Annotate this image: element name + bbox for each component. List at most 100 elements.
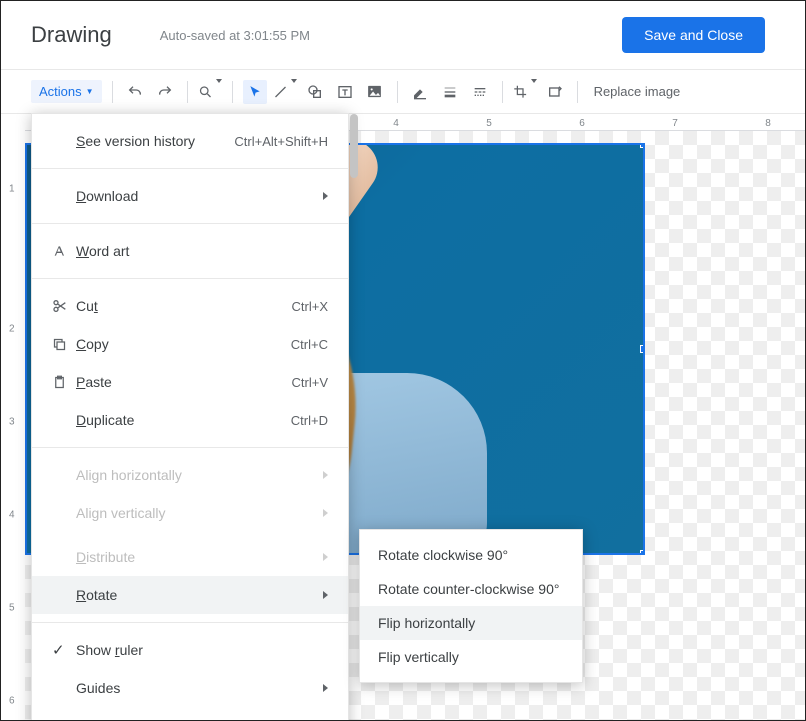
- submenu-item-rotate-cw[interactable]: Rotate clockwise 90°: [360, 538, 582, 572]
- rotate-submenu: Rotate clockwise 90° Rotate counter-cloc…: [359, 529, 583, 683]
- select-tool-button[interactable]: [243, 80, 267, 104]
- menu-label: Paste: [76, 374, 292, 390]
- menu-item-align-vertically: Align vertically: [32, 494, 348, 532]
- scissors-icon: [52, 296, 76, 316]
- menu-label: Align horizontally: [76, 467, 323, 483]
- dropdown-triangle-icon: ▼: [86, 87, 94, 96]
- blank-icon: [52, 465, 76, 485]
- ruler-mark: 1: [9, 184, 15, 195]
- submenu-arrow-icon: [323, 591, 328, 599]
- ruler-mark: 3: [9, 417, 15, 428]
- menu-divider: [32, 447, 348, 448]
- menu-divider: [32, 168, 348, 169]
- crop-button[interactable]: [513, 80, 537, 104]
- ruler-mark: 5: [486, 118, 492, 129]
- menu-item-distribute: Distribute: [32, 538, 348, 576]
- ruler-mark: 4: [9, 510, 15, 521]
- submenu-item-flip-horizontally[interactable]: Flip horizontally: [360, 606, 582, 640]
- drawing-editor-window: Drawing Auto-saved at 3:01:55 PM Save an…: [0, 0, 806, 721]
- blank-icon: [52, 503, 76, 523]
- actions-label: Actions: [39, 84, 82, 99]
- menu-divider: [32, 278, 348, 279]
- ruler-mark: 4: [393, 118, 399, 129]
- menu-item-download[interactable]: Download: [32, 177, 348, 215]
- shortcut: Ctrl+Alt+Shift+H: [234, 134, 328, 149]
- separator: [397, 81, 398, 103]
- chevron-down-icon: [528, 83, 537, 101]
- menu-item-word-art[interactable]: Word art: [32, 232, 348, 270]
- menu-divider: [32, 223, 348, 224]
- menu-item-paste[interactable]: Paste Ctrl+V: [32, 363, 348, 401]
- menu-item-version-history[interactable]: See version history Ctrl+Alt+Shift+H: [32, 122, 348, 160]
- blank-icon: [52, 547, 76, 567]
- blank-icon: [52, 186, 76, 206]
- shortcut: Ctrl+C: [291, 337, 328, 352]
- blank-icon: [52, 678, 76, 698]
- submenu-arrow-icon: [323, 471, 328, 479]
- text-box-button[interactable]: [333, 80, 357, 104]
- border-weight-button[interactable]: [438, 80, 462, 104]
- ruler-mark: 8: [765, 118, 771, 129]
- reset-image-button[interactable]: [543, 80, 567, 104]
- line-tool-button[interactable]: [273, 80, 297, 104]
- blank-icon: [52, 716, 76, 721]
- separator: [502, 81, 503, 103]
- copy-icon: [52, 334, 76, 354]
- resize-handle-top-right[interactable]: [640, 143, 645, 148]
- menu-item-show-ruler[interactable]: ✓ Show ruler: [32, 631, 348, 669]
- border-dash-button[interactable]: [468, 80, 492, 104]
- scrollbar-thumb[interactable]: [350, 114, 358, 178]
- submenu-item-rotate-ccw[interactable]: Rotate counter-clockwise 90°: [360, 572, 582, 606]
- menu-item-snap-to[interactable]: Snap to (X): [32, 707, 348, 721]
- actions-menu: See version history Ctrl+Alt+Shift+H Dow…: [31, 113, 349, 721]
- submenu-arrow-icon: [323, 192, 328, 200]
- vertical-ruler: 1 2 3 4 5 6: [7, 131, 25, 720]
- menu-label: Guides: [76, 680, 323, 696]
- menu-divider: [32, 622, 348, 623]
- ruler-mark: 5: [9, 603, 15, 614]
- menu-label: Word art: [76, 243, 328, 259]
- resize-handle-bottom-right[interactable]: [640, 550, 645, 555]
- submenu-label: Flip vertically: [378, 649, 459, 665]
- submenu-label: Rotate clockwise 90°: [378, 547, 508, 563]
- submenu-arrow-icon: [323, 684, 328, 692]
- submenu-arrow-icon: [323, 509, 328, 517]
- dialog-title: Drawing: [31, 22, 112, 48]
- blank-icon: [52, 410, 76, 430]
- submenu-arrow-icon: [323, 553, 328, 561]
- replace-image-button[interactable]: Replace image: [588, 84, 687, 99]
- submenu-item-flip-vertically[interactable]: Flip vertically: [360, 640, 582, 674]
- menu-item-cut[interactable]: Cut Ctrl+X: [32, 287, 348, 325]
- ruler-mark: 6: [579, 118, 585, 129]
- header-left: Drawing Auto-saved at 3:01:55 PM: [31, 22, 310, 48]
- menu-label: Distribute: [76, 549, 323, 565]
- menu-item-align-horizontally: Align horizontally: [32, 456, 348, 494]
- menu-label: Rotate: [76, 587, 323, 603]
- word-art-icon: [52, 241, 76, 261]
- shape-tool-button[interactable]: [303, 80, 327, 104]
- autosave-status: Auto-saved at 3:01:55 PM: [160, 28, 310, 43]
- menu-label: See version history: [76, 133, 234, 149]
- separator: [232, 81, 233, 103]
- submenu-label: Flip horizontally: [378, 615, 475, 631]
- menu-item-copy[interactable]: Copy Ctrl+C: [32, 325, 348, 363]
- checkmark-icon: ✓: [52, 640, 76, 660]
- menu-label: Cut: [76, 298, 292, 314]
- redo-button[interactable]: [153, 80, 177, 104]
- border-color-button[interactable]: [408, 80, 432, 104]
- dialog-header: Drawing Auto-saved at 3:01:55 PM Save an…: [1, 1, 805, 70]
- blank-icon: [52, 585, 76, 605]
- menu-item-duplicate[interactable]: Duplicate Ctrl+D: [32, 401, 348, 439]
- actions-menu-button[interactable]: Actions ▼: [31, 80, 102, 103]
- zoom-button[interactable]: [198, 80, 222, 104]
- undo-button[interactable]: [123, 80, 147, 104]
- insert-image-button[interactable]: [363, 80, 387, 104]
- save-and-close-button[interactable]: Save and Close: [622, 17, 765, 53]
- blank-icon: [52, 131, 76, 151]
- menu-item-rotate[interactable]: Rotate: [32, 576, 348, 614]
- resize-handle-right[interactable]: [640, 345, 645, 353]
- shortcut: Ctrl+X: [292, 299, 328, 314]
- separator: [112, 81, 113, 103]
- menu-item-guides[interactable]: Guides: [32, 669, 348, 707]
- separator: [577, 81, 578, 103]
